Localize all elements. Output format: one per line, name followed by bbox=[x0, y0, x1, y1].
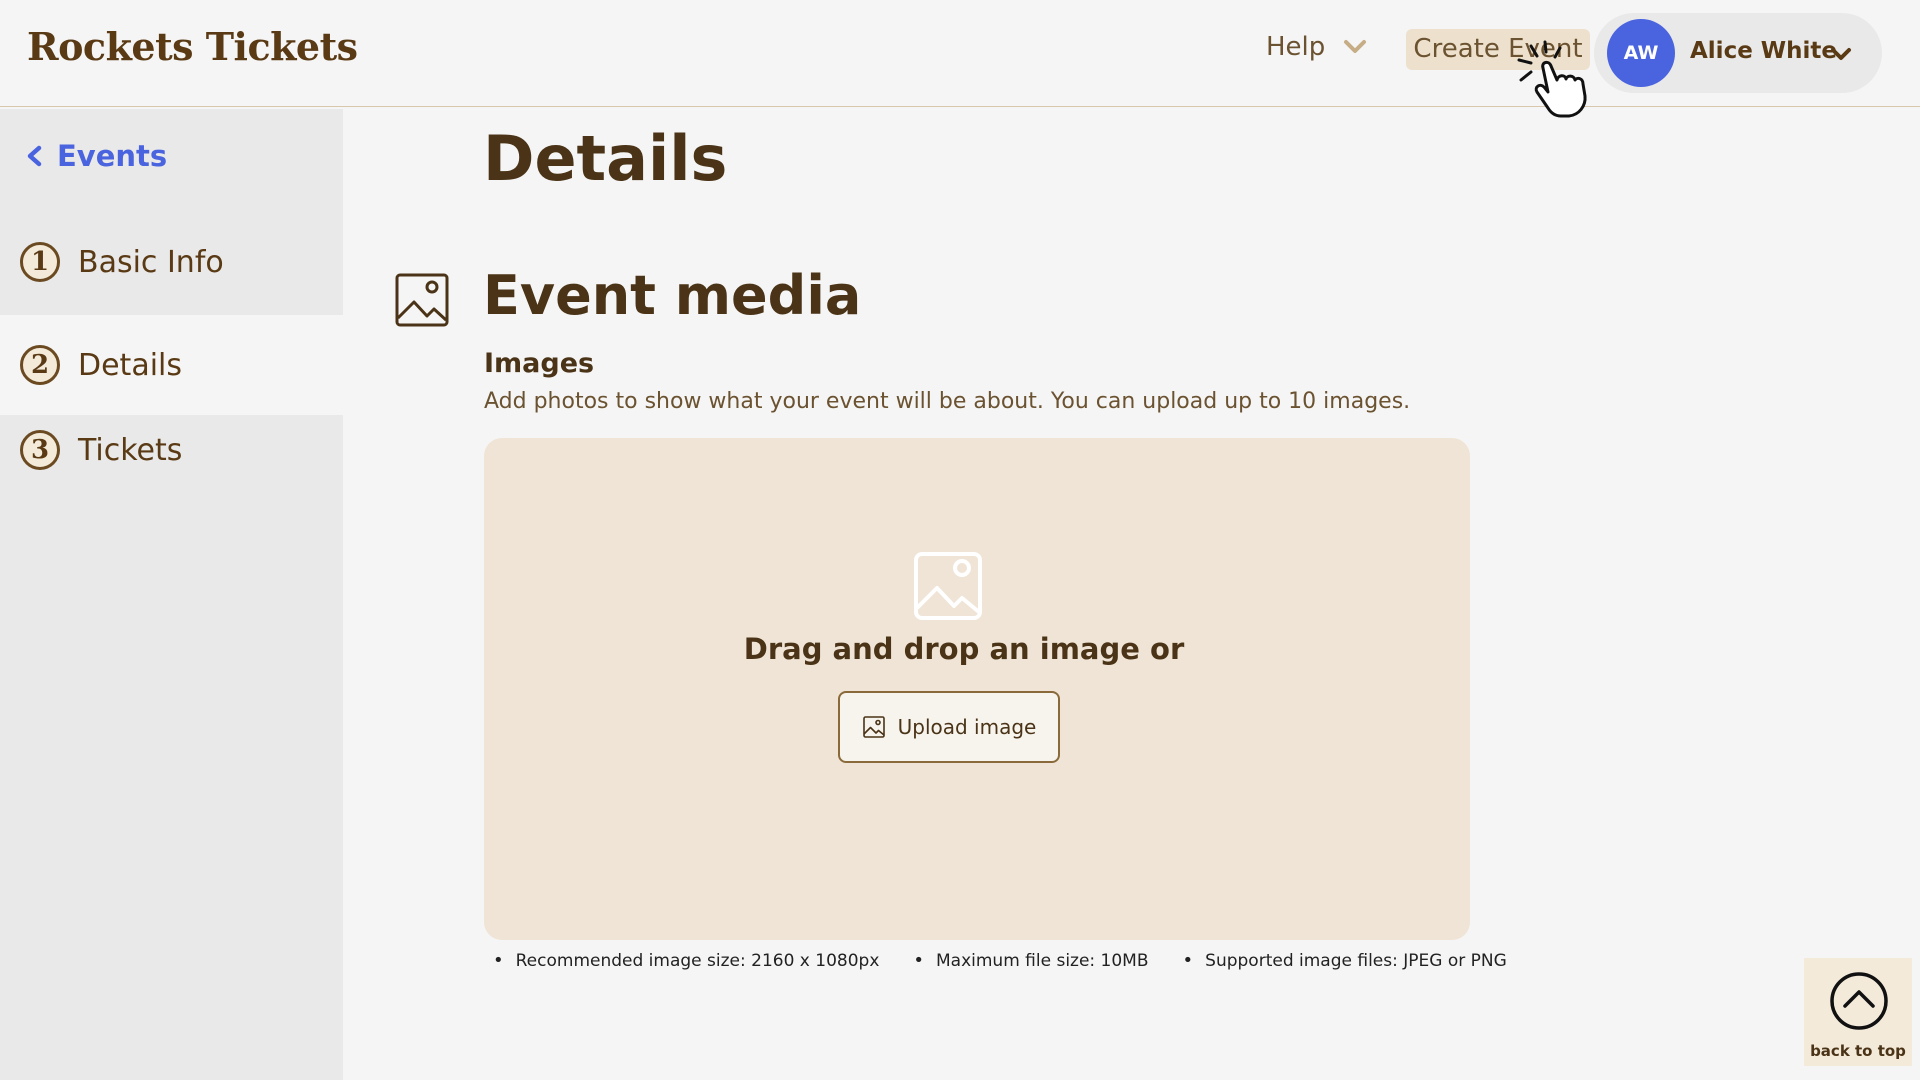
step-number-badge: 2 bbox=[20, 345, 60, 385]
images-description: Add photos to show what your event will … bbox=[484, 389, 1411, 414]
list-item: Recommended image size: 2160 x 1080px bbox=[493, 950, 880, 971]
images-label: Images bbox=[484, 348, 595, 379]
back-to-events-link[interactable]: Events bbox=[25, 139, 167, 173]
image-dropzone[interactable]: Drag and drop an image or Upload image bbox=[484, 438, 1470, 940]
sidebar-item-tickets[interactable]: 3 Tickets bbox=[0, 400, 343, 500]
chevron-down-icon bbox=[1831, 48, 1851, 60]
back-to-top-label: back to top bbox=[1810, 1042, 1906, 1060]
brand-logo[interactable]: Rockets Tickets bbox=[27, 24, 358, 69]
avatar: AW bbox=[1607, 19, 1675, 87]
chevron-left-icon bbox=[27, 145, 42, 167]
upload-button-label: Upload image bbox=[897, 715, 1037, 739]
image-icon bbox=[914, 552, 982, 620]
sidebar: Events 1 Basic Info 2 Details 3 Tickets bbox=[0, 109, 343, 1080]
user-name: Alice White bbox=[1690, 38, 1838, 64]
image-icon bbox=[862, 716, 885, 738]
sidebar-item-label: Tickets bbox=[78, 432, 183, 468]
list-item: Supported image files: JPEG or PNG bbox=[1183, 950, 1507, 971]
sidebar-item-label: Details bbox=[78, 347, 183, 383]
step-number-badge: 1 bbox=[20, 242, 60, 282]
page-title: Details bbox=[483, 122, 728, 195]
list-item: Maximum file size: 10MB bbox=[913, 950, 1149, 971]
image-requirements-list: Recommended image size: 2160 x 1080px Ma… bbox=[493, 950, 1507, 971]
top-header: Rockets Tickets Help Create Event AW Ali… bbox=[0, 0, 1920, 118]
help-label: Help bbox=[1266, 32, 1326, 62]
back-link-label: Events bbox=[57, 139, 168, 173]
dropzone-text: Drag and drop an image or bbox=[743, 632, 1185, 666]
image-icon bbox=[395, 273, 449, 327]
step-number-badge: 3 bbox=[20, 430, 60, 470]
sidebar-item-label: Basic Info bbox=[78, 244, 224, 280]
sidebar-item-basic-info[interactable]: 1 Basic Info bbox=[0, 212, 343, 312]
user-menu[interactable]: AW Alice White bbox=[1594, 13, 1882, 93]
help-menu[interactable]: Help bbox=[1266, 32, 1367, 62]
chevron-up-circle-icon bbox=[1830, 972, 1888, 1030]
back-to-top-button[interactable]: back to top bbox=[1804, 958, 1912, 1066]
pointer-cursor-icon bbox=[1517, 40, 1587, 118]
upload-image-button[interactable]: Upload image bbox=[838, 691, 1060, 763]
section-title: Event media bbox=[483, 264, 862, 327]
chevron-down-icon bbox=[1344, 40, 1367, 53]
